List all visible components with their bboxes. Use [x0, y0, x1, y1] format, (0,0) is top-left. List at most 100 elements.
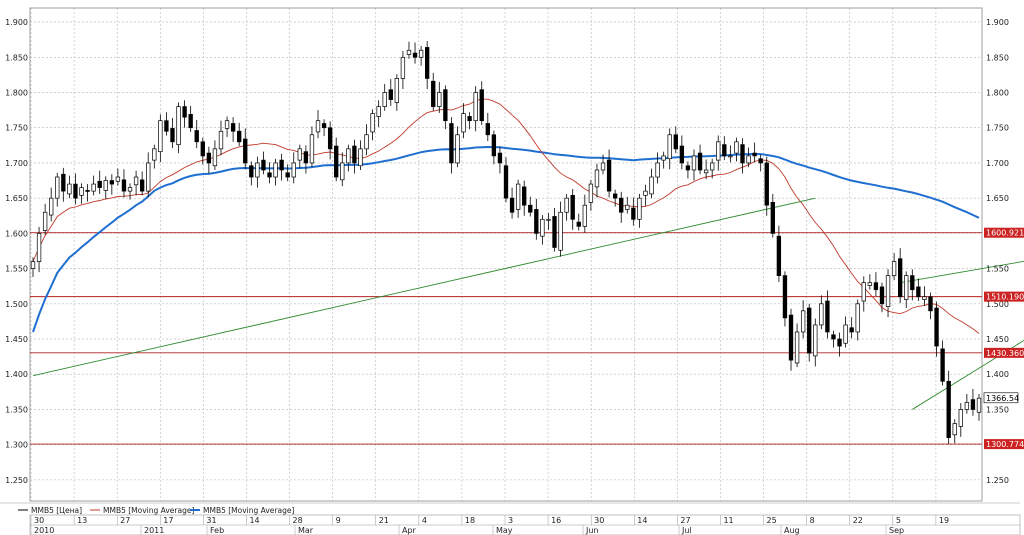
candle-body — [61, 173, 66, 192]
candle-body — [746, 155, 751, 164]
candle-body — [473, 92, 478, 122]
candle-body — [491, 134, 497, 157]
candle-body — [807, 307, 812, 354]
candle-body — [946, 380, 951, 438]
candle-body — [831, 334, 836, 340]
candle-body — [843, 324, 848, 344]
candle-body — [637, 197, 642, 220]
candle-body — [661, 155, 666, 161]
candle-body — [424, 47, 430, 79]
candle-body — [218, 130, 224, 150]
x-day-label: 18 — [465, 516, 475, 525]
y-tick-label-right: 1.850 — [986, 53, 1009, 62]
candle-body — [67, 183, 72, 195]
candle-body — [976, 397, 982, 413]
candle-body — [752, 152, 757, 157]
y-tick-label-right: 1.750 — [986, 124, 1009, 133]
candle-body — [904, 275, 909, 300]
y-tick-label-left: 1.600 — [5, 229, 28, 238]
candle-body — [588, 183, 594, 203]
candle-body — [697, 152, 703, 171]
y-tick-label-right: 1.450 — [986, 335, 1009, 344]
y-tick-label-left: 1.500 — [5, 300, 28, 309]
chart-background — [0, 0, 1024, 535]
candle-body — [315, 120, 321, 133]
x-day-label: 25 — [767, 516, 777, 525]
candle-body — [224, 120, 230, 129]
last-price-label: 1366.54 — [986, 394, 1019, 403]
candle-body — [691, 155, 697, 171]
candle-body — [861, 282, 866, 302]
candle-body — [291, 162, 296, 178]
candle-body — [710, 162, 715, 171]
x-month-label: Mar — [298, 526, 314, 535]
candle-body — [655, 162, 660, 178]
candle-body — [279, 159, 284, 171]
x-day-label: 16 — [551, 516, 561, 525]
x-axis: 30 13 27 17 31 14 28 9 21 4 18 3 16 30 14 27 11 25 8 22 5 19 2… — [29, 514, 1021, 535]
candle-body — [358, 148, 363, 167]
y-tick-label-left: 1.900 — [5, 18, 28, 27]
candle-body — [813, 324, 818, 357]
candle-body — [855, 303, 860, 333]
candle-body — [570, 194, 575, 220]
legend-label: MMB5 [Moving Average] — [203, 506, 294, 515]
y-tick-label-left: 1.250 — [5, 476, 28, 485]
candle-body — [503, 165, 509, 199]
candle-body — [170, 128, 175, 143]
candle-body — [825, 300, 830, 333]
x-day-label: 22 — [853, 516, 863, 525]
x-day-label: 31 — [206, 516, 216, 525]
y-tick-label-left: 1.850 — [5, 53, 28, 62]
candle-body — [722, 144, 727, 157]
candle-body — [121, 179, 127, 192]
candle-body — [188, 113, 193, 129]
candle-body — [431, 80, 436, 107]
y-tick-label-right: 1.250 — [986, 476, 1009, 485]
candle-body — [849, 327, 854, 333]
candle-body — [285, 172, 290, 178]
x-day-label: 3 — [508, 516, 513, 525]
candle-body — [30, 261, 36, 269]
candle-body — [776, 235, 782, 276]
y-tick-label-right: 1.400 — [986, 370, 1009, 379]
candle-body — [388, 89, 393, 100]
candle-body — [497, 152, 503, 164]
candle-body — [728, 155, 733, 158]
candle-body — [133, 176, 139, 186]
candle-body — [916, 286, 921, 298]
candle-body — [534, 209, 539, 234]
candle-body — [376, 106, 381, 117]
candle-body — [418, 49, 424, 58]
x-day-label: 4 — [422, 516, 427, 525]
candle-body — [461, 113, 466, 133]
candle-body — [334, 145, 339, 178]
x-day-label: 27 — [680, 516, 690, 525]
candle-body — [800, 310, 806, 333]
x-day-label: 17 — [163, 516, 173, 525]
candle-body — [958, 409, 963, 427]
candle-body — [340, 162, 345, 181]
y-tick-label-left: 1.750 — [5, 124, 28, 133]
candle-body — [127, 187, 133, 192]
candle-body — [685, 165, 691, 171]
y-tick-label-left: 1.800 — [5, 89, 28, 98]
candle-body — [85, 190, 90, 192]
candle-body — [740, 144, 745, 164]
candle-body — [109, 180, 115, 185]
candle-body — [910, 275, 915, 291]
x-day-label: 11 — [723, 516, 733, 525]
candle-body — [885, 275, 891, 307]
x-day-label: 28 — [293, 516, 303, 525]
candle-body — [612, 193, 618, 199]
candle-body — [558, 211, 563, 251]
candle-body — [443, 89, 448, 122]
candle-body — [437, 92, 442, 107]
level-tag-label: 1300.77485 — [986, 440, 1024, 449]
candle-body — [625, 204, 630, 210]
candle-body — [230, 123, 236, 132]
candle-body — [309, 134, 315, 164]
x-month-label: Sep — [889, 526, 904, 535]
candle-body — [206, 152, 212, 164]
candle-body — [73, 183, 78, 199]
